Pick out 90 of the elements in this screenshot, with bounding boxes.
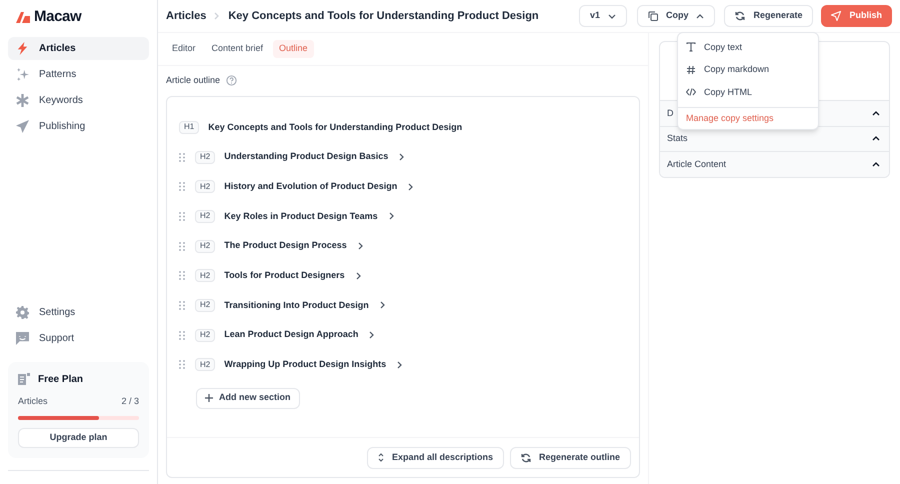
menu-item[interactable]: Copy markdown — [678, 58, 818, 82]
drag-handle-icon — [179, 242, 185, 251]
copy-icon — [648, 11, 658, 21]
send-icon — [831, 11, 842, 21]
chevron-down-icon — [608, 14, 616, 18]
brand-name: Macaw — [34, 6, 82, 27]
expand-button[interactable] — [369, 331, 376, 340]
tab[interactable]: Editor — [166, 40, 202, 58]
outline-heading: Transitioning Into Product Design — [224, 298, 369, 312]
nav-item[interactable]: Articles — [8, 37, 149, 60]
nav-item[interactable]: Keywords — [8, 89, 149, 112]
gear-icon — [16, 306, 29, 318]
expand-all-button[interactable]: Expand all descriptions — [366, 446, 504, 468]
hash-icon — [686, 64, 696, 75]
chevron-right-icon — [397, 360, 404, 369]
chevron-up-icon — [696, 14, 704, 18]
refresh-icon — [735, 11, 746, 21]
expand-button[interactable] — [358, 242, 364, 250]
plus-icon — [205, 394, 213, 402]
asterisk-icon — [16, 94, 29, 107]
sparkles-icon — [16, 68, 29, 81]
menu-item[interactable]: Copy HTML — [678, 81, 818, 104]
version-select[interactable]: v1 — [578, 5, 627, 27]
outline-heading: Tools for Product Designers — [224, 269, 345, 282]
drag-handle-icon — [179, 212, 185, 221]
heading-level-tag: H2 — [195, 298, 216, 312]
help-icon — [226, 75, 238, 86]
code-icon — [686, 87, 696, 98]
plan-title: Free Plan — [38, 372, 84, 386]
drag-handle-icon — [179, 271, 185, 280]
heading-level-tag: H2 — [195, 269, 216, 282]
chevron-right-icon — [356, 272, 362, 280]
usage-label: Articles — [18, 394, 48, 408]
drag-handle-icon — [179, 152, 185, 162]
outline-heading: Wrapping Up Product Design Insights — [224, 358, 386, 372]
add-section-button[interactable]: Add new section — [196, 388, 300, 409]
heading-level-tag: H2 — [195, 150, 216, 164]
smile-chat-icon — [16, 332, 29, 344]
accordion-header[interactable]: Article Content — [660, 151, 889, 176]
nav-item[interactable]: Patterns — [8, 63, 149, 86]
chevron-right-icon — [408, 182, 414, 191]
outline-heading: Lean Product Design Approach — [224, 328, 358, 342]
drag-handle-icon — [179, 360, 185, 370]
page-title: Key Concepts and Tools for Understanding Product Design — [228, 8, 539, 24]
drag-handle-icon — [179, 300, 185, 310]
regenerate-button[interactable]: Regenerate — [724, 5, 814, 27]
settings-link[interactable]: Manage copy settings — [678, 106, 818, 129]
nav-item[interactable]: Support — [8, 326, 149, 350]
nav-item[interactable]: Publishing — [8, 115, 149, 138]
bolt-icon — [16, 42, 29, 55]
document-icon — [18, 372, 30, 386]
chevron-right-icon — [369, 331, 376, 340]
logo-icon — [16, 12, 30, 22]
outline-heading: History and Evolution of Product Design — [224, 180, 398, 193]
regenerate-outline-button[interactable]: Regenerate outline — [510, 446, 631, 468]
drag-handle-icon — [179, 330, 185, 340]
outline-heading: The Product Design Process — [224, 239, 347, 252]
heading-level-tag: H2 — [195, 358, 216, 372]
expand-button[interactable] — [397, 360, 404, 369]
drag-handle-icon — [179, 182, 185, 192]
unfold-icon — [378, 453, 384, 462]
breadcrumb-link[interactable]: Articles — [166, 8, 206, 24]
heading-level-tag: H2 — [195, 328, 216, 342]
chevron-right-icon — [380, 301, 386, 310]
outline-heading: Key Roles in Product Design Teams — [224, 210, 378, 223]
upgrade-button[interactable]: Upgrade plan — [18, 428, 139, 448]
expand-button[interactable] — [388, 212, 395, 220]
expand-button[interactable] — [380, 301, 386, 310]
expand-button[interactable] — [356, 272, 362, 280]
send-icon — [16, 120, 29, 133]
outline-heading: Key Concepts and Tools for Understanding Product Design — [208, 120, 462, 134]
text-type-icon — [686, 42, 696, 52]
chevron-right-icon — [399, 153, 406, 162]
tab[interactable]: Content brief — [206, 40, 270, 58]
nav-item[interactable]: Settings — [8, 300, 149, 324]
usage-count: 2 / 3 — [121, 394, 139, 408]
chevron-right-icon — [358, 242, 364, 250]
refresh-icon — [520, 452, 531, 462]
heading-level-tag: H2 — [195, 180, 216, 194]
expand-button[interactable] — [399, 153, 406, 162]
expand-button[interactable] — [408, 182, 414, 191]
heading-level-tag: H2 — [195, 240, 216, 253]
chevron-right-icon — [388, 212, 395, 220]
copy-button[interactable]: Copy — [636, 5, 716, 27]
chevron-right-icon — [214, 12, 220, 20]
heading-level-tag: H1 — [179, 120, 200, 134]
section-title: Article outline — [166, 74, 220, 87]
heading-level-tag: H2 — [195, 210, 216, 223]
outline-heading: Understanding Product Design Basics — [224, 150, 388, 164]
menu-item[interactable]: Copy text — [678, 36, 818, 59]
